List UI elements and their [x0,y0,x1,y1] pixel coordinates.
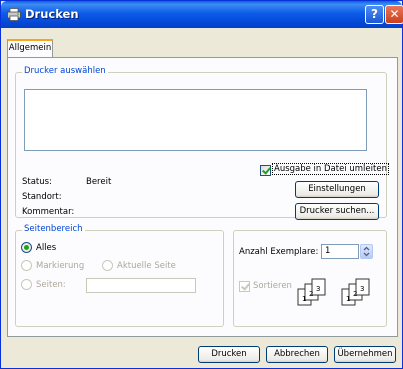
page-range-legend: Seitenbereich [22,224,85,234]
spin-arrows-icon [363,246,370,257]
radio-selection-label[interactable]: Markierung [36,261,84,271]
status-label: Status: [22,177,52,187]
copies-group: Anzahl Exemplare: 1 Sortieren 1 2 3 1 2 … [233,230,387,327]
close-button[interactable]: ✕ [385,5,403,24]
print-button[interactable]: Drucken [198,346,260,363]
radio-all-label[interactable]: Alles [36,243,56,253]
collate-page-3a: 3 [316,285,320,293]
copies-input[interactable]: 1 [321,244,359,259]
window-title: Drucken [25,7,79,21]
settings-button[interactable]: Einstellungen [295,181,379,198]
collate-page-1a: 1 [302,295,306,303]
collate-page-1b: 1 [346,295,350,303]
collate-checkbox[interactable] [239,281,250,292]
status-value: Bereit [86,177,112,187]
help-button[interactable]: ? [365,5,384,24]
printer-list[interactable] [24,89,367,151]
collate-page-2a: 2 [309,290,313,298]
copies-label: Anzahl Exemplare: [239,247,319,257]
radio-pages[interactable] [21,279,32,290]
radio-selection[interactable] [21,260,32,271]
collate-label[interactable]: Sortieren [253,281,292,291]
collate-pages-icon: 1 2 3 1 2 3 [297,278,370,306]
printer-group: Drucker auswählen Ausgabe in Datei umlei… [15,66,389,220]
radio-all[interactable] [21,242,32,253]
printer-icon [7,8,21,21]
print-to-file-checkbox[interactable] [260,165,271,176]
copies-spinner[interactable] [360,244,373,259]
radio-pages-label[interactable]: Seiten: [36,280,66,290]
radio-current-page[interactable] [102,260,113,271]
printer-group-legend: Drucker auswählen [22,66,108,76]
print-dialog: Drucken ? ✕ Allgemein Drucker auswählen … [0,0,403,369]
find-printer-button[interactable]: Drucker suchen... [295,203,379,220]
print-to-file-label[interactable]: Ausgabe in Datei umleiten [272,163,389,175]
title-bar[interactable]: Drucken ? ✕ [1,1,403,28]
cancel-button[interactable]: Abbrechen [266,346,328,363]
tab-panel-general: Drucker auswählen Ausgabe in Datei umlei… [7,57,398,337]
location-label: Standort: [22,192,62,202]
tab-general[interactable]: Allgemein [7,39,53,58]
radio-current-page-label[interactable]: Aktuelle Seite [117,261,176,271]
collate-page-2b: 2 [353,290,357,298]
collate-page-3b: 3 [360,285,364,293]
page-range-group: Seitenbereich Alles Markierung Aktuelle … [15,224,224,327]
apply-button[interactable]: Übernehmen [334,346,396,363]
pages-input[interactable] [86,278,196,293]
comment-label: Kommentar: [22,207,75,217]
